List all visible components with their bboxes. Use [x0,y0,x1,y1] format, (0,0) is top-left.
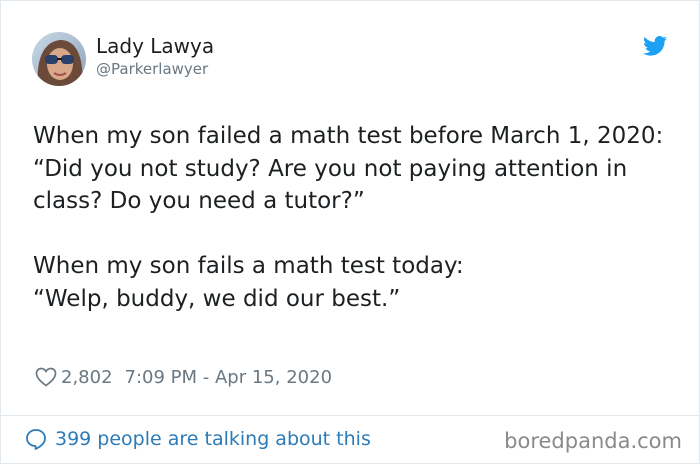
author-handle[interactable]: @Parkerlawyer [96,60,208,78]
tweet-line: When my son fails a math test today: [33,253,464,279]
tweet-line: “Did you not study? Are you not paying a… [33,155,628,215]
avatar-image [32,32,86,86]
speech-bubble-icon [26,429,46,450]
tweet-card: Lady Lawya @Parkerlawyer When my son fai… [0,0,700,464]
conversation-label[interactable]: 399 people are talking about this [55,428,371,450]
tweet-meta: 2,802 7:09 PM - Apr 15, 2020 [35,365,332,389]
tweet-blank-line [33,218,673,251]
avatar[interactable] [32,32,86,86]
author-name[interactable]: Lady Lawya [96,34,214,58]
heart-icon[interactable] [35,367,57,387]
tweet-line: “Welp, buddy, we did our best.” [33,285,401,312]
divider [1,415,699,416]
timestamp[interactable]: 7:09 PM - Apr 15, 2020 [125,367,332,388]
conversation-link[interactable]: 399 people are talking about this [25,428,371,450]
tweet-line: When my son failed a math test before Ma… [33,123,664,149]
like-count[interactable]: 2,802 [61,367,113,388]
twitter-bird-icon[interactable] [643,36,667,56]
tweet-text: When my son failed a math test before Ma… [33,120,673,315]
watermark: boredpanda.com [504,429,682,453]
